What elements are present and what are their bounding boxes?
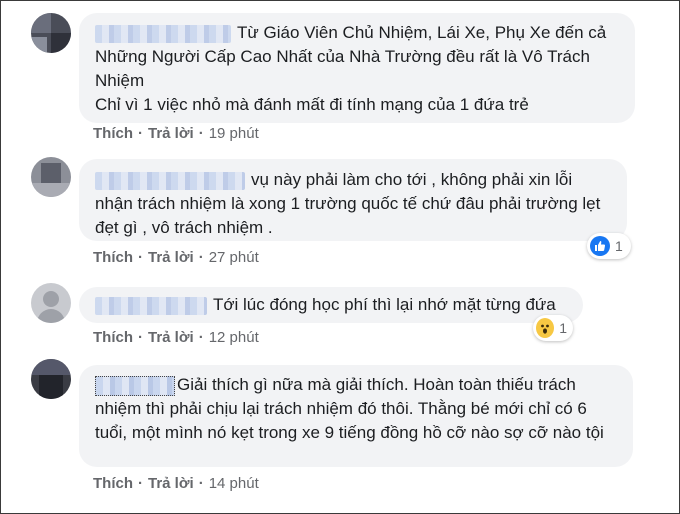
comment-bubble: Tới lúc đóng học phí thì lại nhớ mặt từn… — [79, 287, 583, 323]
reaction-summary[interactable]: 1 — [533, 315, 573, 341]
avatar[interactable] — [31, 283, 71, 323]
like-button[interactable]: Thích — [93, 329, 133, 346]
comment-actions: Thích · Trả lời · 12 phút — [93, 329, 259, 346]
reaction-summary[interactable]: 1 — [587, 233, 631, 259]
like-button[interactable]: Thích — [93, 125, 133, 142]
comment-text: Tới lúc đóng học phí thì lại nhớ mặt từn… — [213, 295, 556, 314]
like-icon — [590, 236, 610, 256]
reply-button[interactable]: Trả lời — [148, 475, 194, 492]
reply-button[interactable]: Trả lời — [148, 249, 194, 266]
avatar[interactable] — [31, 359, 71, 399]
reaction-count: 1 — [559, 320, 567, 336]
author-name[interactable] — [95, 375, 175, 396]
author-name[interactable] — [95, 296, 207, 315]
timestamp[interactable]: 14 phút — [209, 475, 259, 492]
comment-bubble: Giải thích gì nữa mà giải thích. Hoàn to… — [79, 365, 633, 467]
comment-bubble: vụ này phải làm cho tới , không phải xin… — [79, 159, 627, 241]
wow-icon — [536, 318, 555, 338]
comment-actions: Thích · Trả lời · 19 phút — [93, 125, 259, 142]
avatar[interactable] — [31, 13, 71, 53]
comment-actions: Thích · Trả lời · 27 phút — [93, 249, 259, 266]
comment-actions: Thích · Trả lời · 14 phút — [93, 475, 259, 492]
like-button[interactable]: Thích — [93, 475, 133, 492]
timestamp[interactable]: 27 phút — [209, 249, 259, 266]
reply-button[interactable]: Trả lời — [148, 329, 194, 346]
reply-button[interactable]: Trả lời — [148, 125, 194, 142]
avatar[interactable] — [31, 157, 71, 197]
author-name[interactable] — [95, 171, 245, 190]
comment-bubble: Từ Giáo Viên Chủ Nhiệm, Lái Xe, Phụ Xe đ… — [79, 13, 635, 123]
comment-thread: Từ Giáo Viên Chủ Nhiệm, Lái Xe, Phụ Xe đ… — [0, 0, 680, 514]
author-name[interactable] — [95, 24, 231, 43]
timestamp[interactable]: 19 phút — [209, 125, 259, 142]
reaction-count: 1 — [615, 238, 623, 254]
timestamp[interactable]: 12 phút — [209, 329, 259, 346]
like-button[interactable]: Thích — [93, 249, 133, 266]
